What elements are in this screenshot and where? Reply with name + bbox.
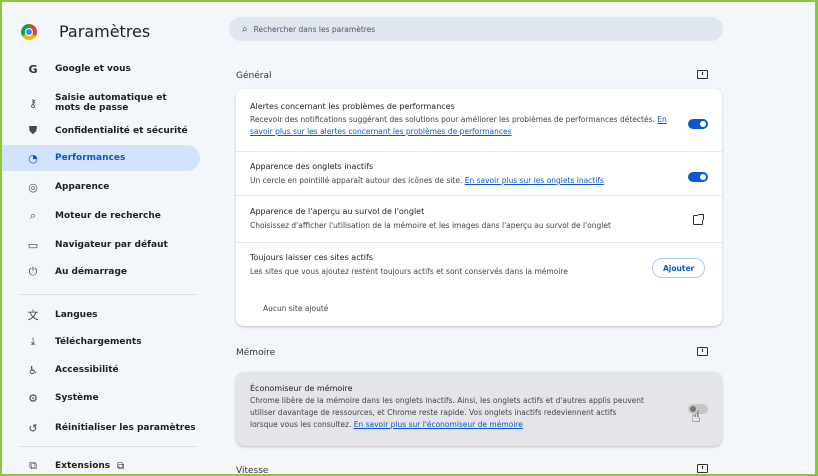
sidebar-item-extensions[interactable]: ⧉ Extensions ⧉ — [0, 453, 200, 476]
sidebar-item-label: Système — [55, 393, 99, 403]
sidebar-item-label: Extensions — [55, 461, 111, 471]
inactive-tabs-description: Un cercle en pointillé apparaît autour d… — [250, 175, 670, 187]
sidebar-item-label: Au démarrage — [55, 267, 127, 277]
feedback-icon[interactable] — [697, 347, 708, 356]
speedometer-icon: ◔ — [28, 151, 38, 165]
hand-cursor-icon: ☝ — [691, 407, 701, 426]
section-title-memory: Mémoire — [236, 348, 276, 358]
section-title-speed: Vitesse — [236, 466, 269, 476]
sidebar-item-label: Langues — [55, 310, 98, 320]
sidebar-item-label: Navigateur par défaut — [55, 240, 168, 250]
page-title: Paramètres — [59, 22, 151, 41]
reset-icon: ↺ — [28, 421, 38, 435]
chrome-logo-icon — [21, 23, 37, 40]
no-sites-label: Aucun site ajouté — [263, 304, 329, 313]
alerts-desc-text: Recevoir des notifications suggérant des… — [250, 115, 655, 124]
alerts-title: Alertes concernant les problèmes de perf… — [250, 102, 455, 111]
sidebar-item-system[interactable]: ⚙ Système — [0, 385, 200, 411]
sidebar-item-accessibility[interactable]: ♿ Accessibilité — [0, 357, 200, 383]
sidebar-item-label: Google et vous — [55, 64, 131, 74]
memory-card: Économiseur de mémoire Chrome libère de … — [236, 372, 722, 446]
accessibility-icon: ♿ — [28, 363, 38, 377]
sidebar-item-appearance[interactable]: ◎ Apparence — [0, 174, 200, 200]
sidebar-item-label: Téléchargements — [55, 337, 142, 347]
hover-preview-description: Choisissez d'afficher l'utilisation de l… — [250, 221, 611, 230]
wrench-icon: ⚙ — [28, 391, 38, 405]
general-card: Alertes concernant les problèmes de perf… — [236, 89, 722, 326]
sidebar-item-google[interactable]: G Google et vous — [0, 56, 200, 82]
sidebar-item-privacy[interactable]: ⛊ Confidentialité et sécurité — [0, 118, 200, 144]
sidebar-item-downloads[interactable]: ⤓ Téléchargements — [0, 329, 200, 355]
sidebar-item-label: Moteur de recherche — [55, 211, 161, 221]
power-icon: ⏻ — [28, 265, 38, 278]
sidebar-item-label: Saisie automatique et mots de passe — [55, 93, 167, 113]
sidebar-item-reset[interactable]: ↺ Réinitialiser les paramètres — [0, 415, 200, 441]
inactive-tabs-learn-more-link[interactable]: En savoir plus sur les onglets inactifs — [465, 176, 604, 185]
search-input[interactable]: ⌕ Rechercher dans les paramètres — [229, 17, 723, 41]
memory-saver-learn-more-link[interactable]: En savoir plus sur l'économiseur de mémo… — [354, 420, 523, 429]
section-title-general: Général — [236, 71, 272, 81]
google-icon: G — [28, 62, 38, 76]
memory-saver-line3: lorsque vous les consultez. En savoir pl… — [250, 419, 700, 431]
row-divider — [236, 151, 722, 152]
palette-icon: ◎ — [28, 180, 38, 194]
sidebar-item-label: Accessibilité — [55, 365, 119, 375]
row-divider — [236, 242, 722, 243]
external-link-icon: ⧉ — [117, 460, 125, 472]
inactive-tabs-desc-text: Un cercle en pointillé apparaît autour d… — [250, 176, 463, 185]
search-placeholder: Rechercher dans les paramètres — [253, 24, 376, 34]
alerts-description: Recevoir des notifications suggérant des… — [250, 114, 670, 138]
sidebar-item-default-browser[interactable]: ▭ Navigateur par défaut — [0, 232, 200, 258]
search-icon: ⌕ — [29, 209, 37, 222]
sidebar-item-label: Confidentialité et sécurité — [55, 126, 188, 136]
alerts-toggle[interactable] — [688, 119, 708, 129]
sidebar: Paramètres G Google et vous ⚷ Saisie aut… — [0, 0, 205, 476]
sidebar-item-autofill[interactable]: ⚷ Saisie automatique et mots de passe — [0, 87, 200, 119]
sidebar-item-search-engine[interactable]: ⌕ Moteur de recherche — [0, 203, 200, 229]
sidebar-item-label: Performances — [55, 153, 126, 163]
sidebar-item-label: Apparence — [55, 182, 110, 192]
open-in-new-icon[interactable] — [693, 214, 704, 225]
brand: Paramètres — [21, 22, 150, 41]
download-icon: ⤓ — [30, 335, 36, 348]
shield-icon: ⛊ — [28, 124, 38, 137]
inactive-tabs-title: Apparence des onglets inactifs — [250, 162, 374, 171]
feedback-icon[interactable] — [697, 70, 708, 79]
memory-saver-line2: utiliser davantage de ressources, et Chr… — [250, 408, 617, 417]
row-divider — [236, 195, 722, 196]
hover-preview-title: Apparence de l'aperçu au survol de l'ong… — [250, 207, 425, 216]
always-active-title: Toujours laisser ces sites actifs — [250, 253, 373, 262]
memory-saver-desc-text: lorsque vous les consultez. — [250, 420, 352, 429]
feedback-icon[interactable] — [697, 464, 708, 473]
sidebar-item-label: Réinitialiser les paramètres — [55, 423, 196, 433]
key-icon: ⚷ — [28, 96, 38, 110]
puzzle-icon: ⧉ — [29, 459, 37, 472]
sidebar-item-startup[interactable]: ⏻ Au démarrage — [0, 259, 200, 285]
sidebar-divider — [18, 446, 198, 447]
memory-saver-line1: Chrome libère de la mémoire dans les ong… — [250, 396, 644, 405]
translate-icon: 文 — [27, 309, 39, 322]
sidebar-item-performance[interactable]: ◔ Performances — [0, 145, 200, 171]
add-site-button[interactable]: Ajouter — [652, 258, 706, 278]
search-icon: ⌕ — [242, 23, 248, 35]
browser-icon: ▭ — [27, 238, 39, 252]
sidebar-item-languages[interactable]: 文 Langues — [0, 302, 200, 328]
always-active-description: Les sites que vous ajoutez restent toujo… — [250, 267, 568, 276]
memory-saver-title: Économiseur de mémoire — [250, 384, 353, 393]
sidebar-divider — [18, 294, 198, 295]
inactive-tabs-toggle[interactable] — [688, 172, 708, 182]
